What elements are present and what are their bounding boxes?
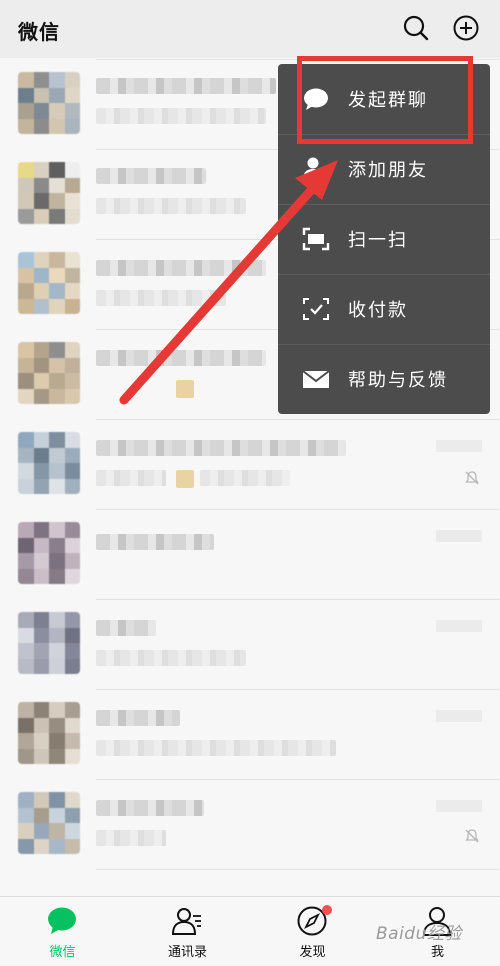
tab-label: 微信 (49, 945, 76, 960)
avatar (18, 432, 80, 494)
avatar (18, 162, 80, 224)
watermark: Baidu经验 (376, 924, 462, 944)
top-bar: 微信 (0, 0, 500, 58)
discover-badge-dot (322, 905, 332, 915)
scan-icon (302, 227, 330, 251)
avatar (18, 612, 80, 674)
menu-item-help-feedback[interactable]: 帮助与反馈 (278, 344, 490, 414)
menu-item-label: 收付款 (348, 300, 408, 321)
plus-circle-icon[interactable] (452, 14, 480, 42)
avatar (18, 522, 80, 584)
search-icon[interactable] (402, 14, 430, 42)
chat-icon (48, 907, 76, 934)
payment-icon (303, 298, 329, 320)
highlight-box (297, 56, 473, 144)
avatar (18, 72, 80, 134)
tab-label: 通讯录 (167, 945, 207, 960)
tab-label: 发现 (299, 945, 326, 960)
mail-icon (302, 370, 330, 388)
menu-item-scan[interactable]: 扫一扫 (278, 204, 490, 274)
menu-item-payment[interactable]: 收付款 (278, 274, 490, 344)
avatar (18, 702, 80, 764)
mute-icon (464, 470, 480, 486)
menu-item-label: 帮助与反馈 (348, 370, 448, 391)
chat-row[interactable] (0, 420, 500, 510)
chat-row[interactable] (0, 510, 500, 600)
chat-row[interactable] (0, 600, 500, 690)
contacts-icon (171, 908, 201, 935)
tab-chats[interactable]: 微信 (0, 897, 125, 966)
menu-item-label: 扫一扫 (348, 230, 408, 251)
avatar (18, 252, 80, 314)
tab-discover[interactable]: 发现 (250, 897, 375, 966)
mute-icon (464, 828, 480, 844)
page-title: 微信 (18, 20, 60, 44)
avatar (18, 342, 80, 404)
tab-contacts[interactable]: 通讯录 (125, 897, 250, 966)
menu-item-add-friend[interactable]: 添加朋友 (278, 134, 490, 204)
chat-row[interactable] (0, 780, 500, 870)
add-friend-icon (303, 157, 329, 180)
chat-row[interactable] (0, 690, 500, 780)
avatar (18, 792, 80, 854)
menu-item-label: 添加朋友 (348, 160, 428, 181)
